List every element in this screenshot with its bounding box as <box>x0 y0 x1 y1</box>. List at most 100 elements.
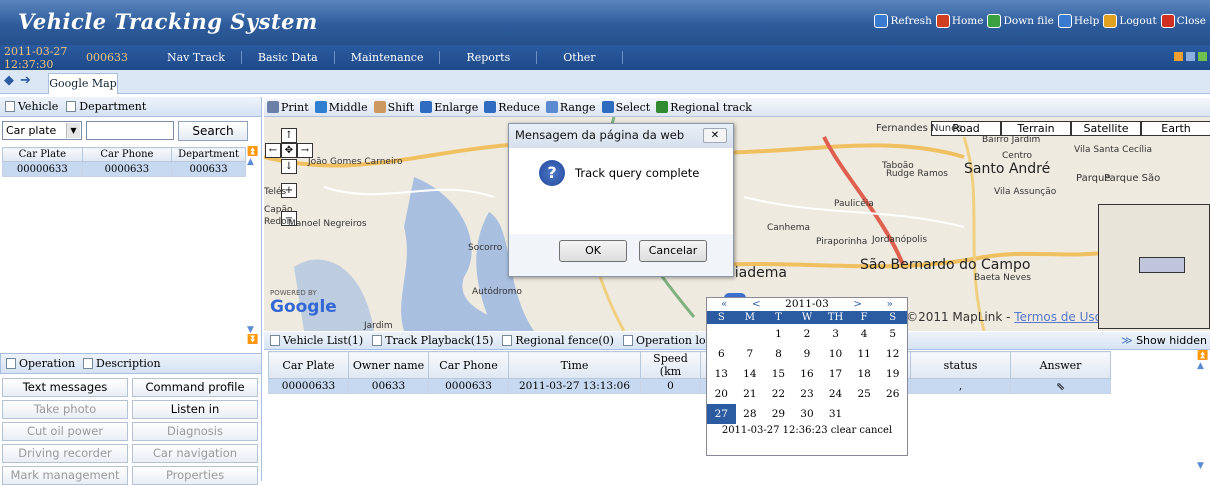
col-time[interactable]: Time <box>508 351 641 379</box>
scroll-down-icon[interactable]: ▼ <box>247 325 254 335</box>
tool-enlarge[interactable]: Enlarge <box>420 101 478 114</box>
overview-viewport[interactable] <box>1139 257 1185 273</box>
driving-recorder-button[interactable]: Driving recorder <box>2 444 128 463</box>
day-19[interactable]: 19 <box>878 364 907 384</box>
col-car-phone[interactable]: Car Phone <box>428 351 509 379</box>
diagnosis-button[interactable]: Diagnosis <box>132 422 258 441</box>
col-car-plate[interactable]: Car Plate <box>268 351 349 379</box>
table-row[interactable]: 00000633 00633 0000633 2011-03-27 13:13:06 0… <box>268 378 1111 394</box>
day-8[interactable]: 8 <box>764 344 793 364</box>
nav-item-nav-track[interactable]: Nav Track <box>151 51 241 64</box>
search-input[interactable] <box>86 121 174 140</box>
day-15[interactable]: 15 <box>764 364 793 384</box>
toplink-down-file[interactable]: Down file <box>987 14 1054 28</box>
toplink-home[interactable]: Home <box>935 14 983 28</box>
tab-track-playback[interactable]: Track Playback(15) <box>369 334 496 347</box>
pan-right-icon[interactable]: → <box>297 143 313 158</box>
tab-operation-log[interactable]: Operation log <box>620 334 716 347</box>
day-20[interactable]: 20 <box>707 384 736 404</box>
day-6[interactable]: 6 <box>707 344 736 364</box>
scroll-up-icon[interactable]: ▲ <box>247 157 260 167</box>
col-answer[interactable]: Answer <box>1010 351 1111 379</box>
left-scrollbar[interactable]: ⏫ ▲ ▼ ⏬ <box>247 147 260 345</box>
col-owner-name[interactable]: Owner name <box>348 351 429 379</box>
day-2[interactable]: 2 <box>793 324 822 344</box>
pan-up-icon[interactable]: ↑ <box>281 128 297 143</box>
toplink-logout[interactable]: Logout <box>1103 14 1157 28</box>
tool-regional-track[interactable]: Regional track <box>656 101 752 114</box>
day-11[interactable]: 11 <box>850 344 879 364</box>
day-25[interactable]: 25 <box>850 384 879 404</box>
day-1[interactable]: 1 <box>764 324 793 344</box>
calendar-cancel-button[interactable]: cancel <box>859 425 892 436</box>
scroll-bottom-icon[interactable]: ⏬ <box>247 335 258 345</box>
map-type-earth[interactable]: Earth <box>1141 121 1210 136</box>
day-28[interactable]: 28 <box>736 404 765 424</box>
day-12[interactable]: 12 <box>878 344 907 364</box>
search-button[interactable]: Search <box>178 121 248 141</box>
day-7[interactable]: 7 <box>736 344 765 364</box>
toplink-refresh[interactable]: Refresh <box>874 14 932 28</box>
tool-reduce[interactable]: Reduce <box>484 101 540 114</box>
col-car-plate[interactable]: Car Plate <box>2 147 83 162</box>
toplink-close[interactable]: Close <box>1160 14 1206 28</box>
col-speed-km[interactable]: Speed (km <box>640 351 701 379</box>
day-5[interactable]: 5 <box>878 324 907 344</box>
tab-regional-fence[interactable]: Regional fence(0) <box>499 334 617 347</box>
pan-center-icon[interactable]: ✥ <box>281 143 297 158</box>
calendar-time[interactable]: 2011-03-27 12:36:23 <box>722 425 828 436</box>
nav-item-maintenance[interactable]: Maintenance <box>333 51 440 64</box>
command-profile-button[interactable]: Command profile <box>132 378 258 397</box>
day-23[interactable]: 23 <box>793 384 822 404</box>
next-year-button[interactable]: » <box>887 298 893 311</box>
tool-print[interactable]: Print <box>267 101 309 114</box>
layout-icons[interactable] <box>1174 52 1207 61</box>
map-overview[interactable] <box>1098 204 1210 329</box>
search-field-select[interactable]: Car plate ▼ <box>2 121 82 140</box>
dialog-close-icon[interactable]: ✕ <box>703 128 727 143</box>
day-24[interactable]: 24 <box>821 384 850 404</box>
col-status[interactable]: status <box>910 351 1011 379</box>
prev-month-button[interactable]: < <box>752 298 761 311</box>
prev-year-button[interactable]: « <box>721 298 727 311</box>
map-type-satellite[interactable]: Satellite <box>1071 121 1141 136</box>
terms-link[interactable]: Termos de Uso <box>1014 310 1102 324</box>
scroll-top-icon[interactable]: ⏫ <box>1197 351 1210 361</box>
tool-middle[interactable]: Middle <box>314 101 368 114</box>
dialog-ok-button[interactable]: OK <box>559 240 627 262</box>
tab-description[interactable]: Description <box>80 357 164 370</box>
day-30[interactable]: 30 <box>793 404 822 424</box>
back-arrow-icon[interactable]: ◆ <box>4 73 14 88</box>
col-department[interactable]: Department <box>171 147 246 162</box>
tab-department[interactable]: Department <box>63 100 149 113</box>
pan-down-icon[interactable]: ↓ <box>281 159 297 174</box>
table-row[interactable]: 00000633 0000633 000633 <box>2 161 246 177</box>
day-13[interactable]: 13 <box>707 364 736 384</box>
toplink-help[interactable]: Help <box>1057 14 1099 28</box>
show-hidden-toggle[interactable]: ≫ Show hidden <box>1121 334 1207 347</box>
col-car-phone[interactable]: Car Phone <box>81 147 173 162</box>
tab-vehicle-list[interactable]: Vehicle List(1) <box>267 334 366 347</box>
day-29[interactable]: 29 <box>764 404 793 424</box>
pan-left-icon[interactable]: ← <box>265 143 281 158</box>
nav-item-other[interactable]: Other <box>536 51 623 64</box>
scroll-top-icon[interactable]: ⏫ <box>247 147 260 157</box>
forward-arrow-icon[interactable]: ➔ <box>20 73 31 88</box>
tab-operation[interactable]: Operation <box>3 357 78 370</box>
nav-item-basic-data[interactable]: Basic Data <box>240 51 334 64</box>
day-31[interactable]: 31 <box>821 404 850 424</box>
day-3[interactable]: 3 <box>821 324 850 344</box>
next-month-button[interactable]: > <box>853 298 862 311</box>
day-17[interactable]: 17 <box>821 364 850 384</box>
day-26[interactable]: 26 <box>878 384 907 404</box>
scroll-up-icon[interactable]: ▲ <box>1197 361 1210 371</box>
car-navigation-button[interactable]: Car navigation <box>132 444 258 463</box>
tool-range[interactable]: Range <box>545 101 596 114</box>
chevron-down-icon[interactable]: ▼ <box>66 123 80 138</box>
day-16[interactable]: 16 <box>793 364 822 384</box>
listen-in-button[interactable]: Listen in <box>132 400 258 419</box>
dialog-cancel-button[interactable]: Cancelar <box>639 240 707 262</box>
tab-google-map[interactable]: Google Map <box>48 73 118 94</box>
day-22[interactable]: 22 <box>764 384 793 404</box>
day-18[interactable]: 18 <box>850 364 879 384</box>
